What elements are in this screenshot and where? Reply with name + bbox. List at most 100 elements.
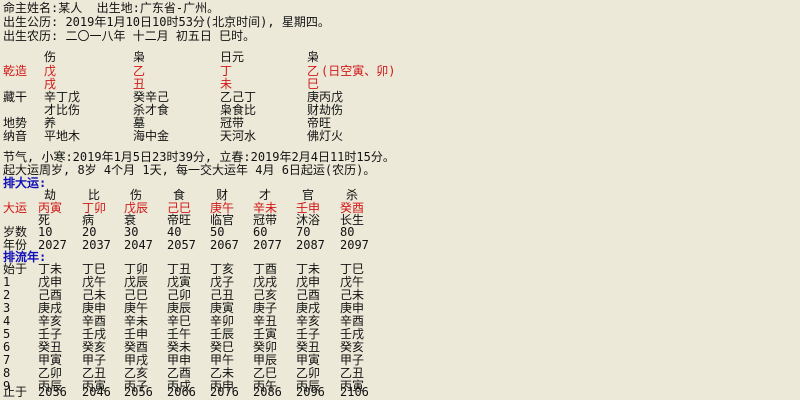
canggan-god-month: 杀才食 (133, 103, 170, 117)
liunian-row-label: 5 (3, 327, 11, 341)
liunian-cell: 甲辰 (253, 353, 278, 367)
nayin-month: 海中金 (133, 129, 170, 143)
canggan-god-year: 才比伤 (44, 103, 81, 117)
liunian-end-year: 2096 (296, 385, 325, 399)
liunian-cell: 丁未 (296, 262, 321, 276)
dayun-ten-god: 食 (173, 188, 186, 202)
age-label: 岁数 (3, 225, 28, 239)
dishi-label: 地势 (3, 116, 28, 130)
liunian-cell: 己未 (340, 288, 365, 302)
liunian-cell: 庚寅 (210, 301, 235, 315)
month-branch: 丑 (133, 77, 146, 91)
dishi-day: 冠带 (220, 116, 245, 130)
liunian-cell: 癸亥 (82, 340, 107, 354)
liunian-cell: 乙未 (210, 366, 235, 380)
liunian-cell: 乙卯 (296, 366, 321, 380)
canggan-god-day: 枭食比 (220, 103, 257, 117)
dayun-ten-god: 财 (216, 188, 229, 202)
day-stem: 丁 (220, 64, 233, 78)
liunian-cell: 戊午 (340, 275, 365, 289)
nayin-year: 平地木 (44, 129, 81, 143)
liunian-cell: 庚午 (124, 301, 149, 315)
dayun-age: 40 (167, 225, 182, 239)
liunian-cell: 己未 (82, 288, 107, 302)
liunian-end-year: 2056 (124, 385, 153, 399)
ten-god-hour: 枭 (307, 50, 320, 64)
liunian-cell: 甲戌 (124, 353, 149, 367)
dayun-start-year: 2087 (296, 238, 325, 252)
liunian-cell: 乙丑 (82, 366, 107, 380)
liunian-cell: 戊申 (296, 275, 321, 289)
liunian-cell: 乙卯 (38, 366, 63, 380)
liunian-cell: 辛酉 (82, 314, 107, 328)
liunian-cell: 甲寅 (296, 353, 321, 367)
hour-branch: 巳 (307, 77, 320, 91)
liunian-cell: 辛亥 (38, 314, 63, 328)
liunian-cell: 壬寅 (253, 327, 278, 341)
liunian-cell: 甲寅 (38, 353, 63, 367)
owner-line: 命主姓名:某人 出生地:广东省-广州。 (3, 1, 220, 15)
liunian-end-year: 2106 (340, 385, 369, 399)
dayun-ten-god: 官 (302, 188, 315, 202)
qiyun-line: 起大运周岁, 8岁 4个月 1天, 每一交大运年 4月 6日起运(农历)。 (3, 163, 376, 177)
canggan-label: 藏干 (3, 90, 28, 104)
dayun-ten-god: 杀 (346, 188, 359, 202)
liunian-cell: 壬子 (296, 327, 321, 341)
liunian-cell: 癸卯 (253, 340, 278, 354)
liunian-cell: 己卯 (167, 288, 192, 302)
dayun-ten-god: 比 (88, 188, 101, 202)
liunian-cell: 戊辰 (124, 275, 149, 289)
liunian-cell: 辛巳 (167, 314, 192, 328)
dayun-start-year: 2047 (124, 238, 153, 252)
dishi-hour: 帝旺 (307, 116, 332, 130)
liunian-cell: 壬辰 (210, 327, 235, 341)
kongwang-note: (日空寅、卯) (321, 64, 396, 78)
liunian-row-label: 3 (3, 301, 11, 315)
nayin-hour: 佛灯火 (307, 129, 344, 143)
liunian-cell: 辛未 (124, 314, 149, 328)
liunian-cell: 甲申 (167, 353, 192, 367)
dishi-year: 养 (44, 116, 57, 130)
liunian-cell: 甲子 (82, 353, 107, 367)
liunian-end-year: 2036 (38, 385, 67, 399)
liunian-end-year: 2086 (253, 385, 282, 399)
dayun-age: 60 (253, 225, 268, 239)
start-label: 始于 (3, 262, 28, 276)
liunian-cell: 丁亥 (210, 262, 235, 276)
liunian-cell: 辛卯 (210, 314, 235, 328)
dayun-ten-god: 才 (259, 188, 272, 202)
liunian-cell: 己酉 (296, 288, 321, 302)
liunian-end-year: 2046 (82, 385, 111, 399)
liunian-end-year: 2076 (210, 385, 239, 399)
day-branch: 未 (220, 77, 233, 91)
liunian-cell: 己丑 (210, 288, 235, 302)
liunian-row-label: 7 (3, 353, 11, 367)
liunian-cell: 庚申 (340, 301, 365, 315)
liunian-row-label: 8 (3, 366, 11, 380)
liunian-row-label: 1 (3, 275, 11, 289)
dayun-ten-god: 伤 (130, 188, 143, 202)
dayun-age: 10 (38, 225, 53, 239)
month-stem: 乙 (133, 64, 146, 78)
dayun-age: 80 (340, 225, 355, 239)
canggan-hour: 庚丙戊 (307, 90, 344, 104)
dayun-start-year: 2097 (340, 238, 369, 252)
liunian-cell: 戊寅 (167, 275, 192, 289)
liunian-cell: 甲午 (210, 353, 235, 367)
liunian-cell: 癸巳 (210, 340, 235, 354)
dayun-start-year: 2057 (167, 238, 196, 252)
liunian-cell: 戊子 (210, 275, 235, 289)
dayun-age: 70 (296, 225, 311, 239)
liunian-cell: 庚戌 (38, 301, 63, 315)
bazi-report: 命主姓名:某人 出生地:广东省-广州。 出生公历: 2019年1月10日10时5… (0, 0, 800, 400)
ten-god-month: 枭 (133, 50, 146, 64)
liunian-row-label: 4 (3, 314, 11, 328)
canggan-day: 乙己丁 (220, 90, 257, 104)
liunian-cell: 壬申 (124, 327, 149, 341)
liunian-cell: 乙巳 (253, 366, 278, 380)
liunian-row-label: 6 (3, 340, 11, 354)
liunian-cell: 丁酉 (253, 262, 278, 276)
hour-stem: 乙 (307, 64, 320, 78)
liunian-cell: 癸酉 (124, 340, 149, 354)
dayun-start-year: 2037 (82, 238, 111, 252)
